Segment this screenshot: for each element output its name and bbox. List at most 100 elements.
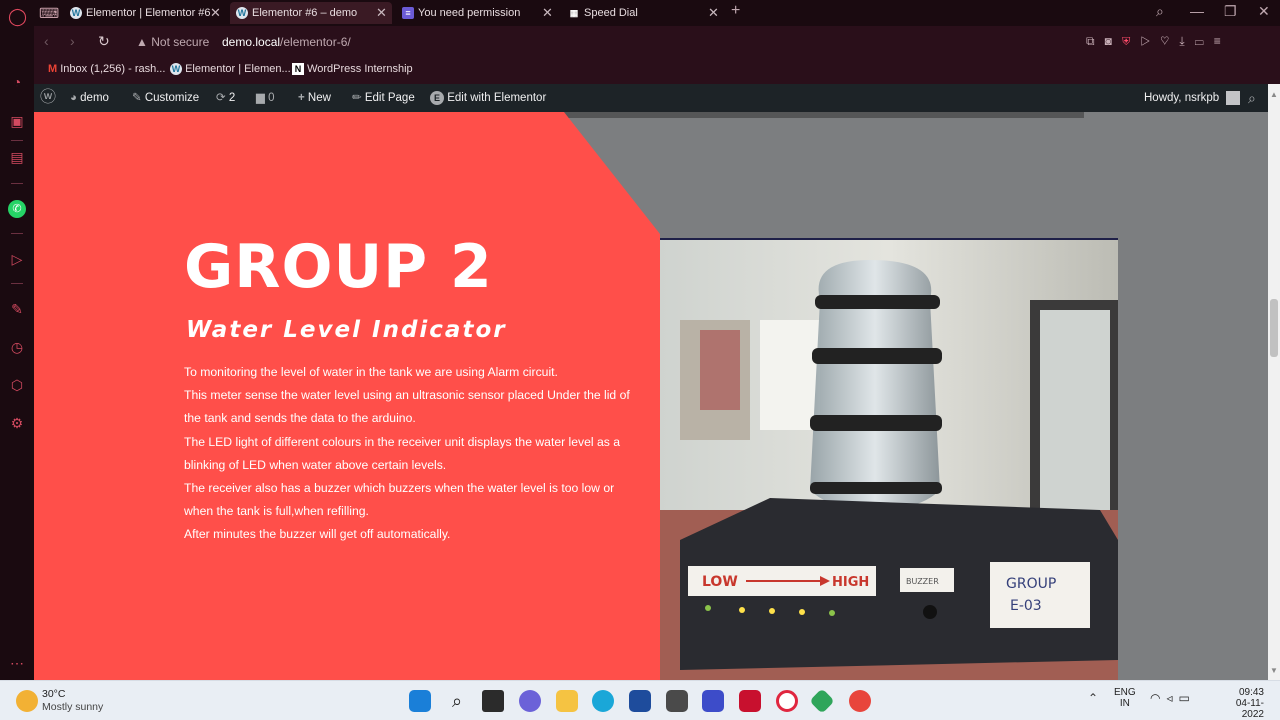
- twitch-icon[interactable]: ▤: [8, 148, 26, 166]
- wp-search-icon[interactable]: ⌕: [1248, 84, 1256, 112]
- photo-led: [705, 605, 711, 611]
- download-icon[interactable]: ⤓: [1179, 34, 1194, 48]
- scroll-down-icon[interactable]: ▼: [1270, 666, 1278, 675]
- mcafee-icon[interactable]: [739, 690, 761, 712]
- briefcase-icon[interactable]: ▣: [8, 112, 26, 130]
- weather-temp[interactable]: 30°C: [42, 688, 65, 700]
- back-button[interactable]: ‹: [44, 33, 49, 49]
- page-scrollbar[interactable]: ▲ ▼: [1268, 84, 1280, 680]
- send-icon[interactable]: ▷: [1140, 34, 1160, 48]
- forward-button[interactable]: ›: [70, 33, 75, 49]
- battery-icon[interactable]: ▭: [1195, 34, 1214, 48]
- bookmark-elementor[interactable]: W Elementor | Elemen...: [170, 63, 291, 75]
- wp-new[interactable]: + New: [298, 84, 331, 112]
- tab-speed-dial[interactable]: ▦ Speed Dial ✕: [562, 2, 724, 24]
- wp-updates[interactable]: ⟳ 2: [216, 84, 235, 112]
- sidebar-divider: [11, 183, 23, 184]
- camera-icon[interactable]: ◙: [1105, 34, 1122, 48]
- editor-icon[interactable]: [702, 690, 724, 712]
- edge-icon[interactable]: [592, 690, 614, 712]
- whatsapp-icon[interactable]: ✆: [8, 200, 26, 218]
- reload-button[interactable]: ↻: [98, 33, 110, 50]
- url-field[interactable]: demo.local/elementor-6/: [222, 35, 351, 49]
- hero-description: To monitoring the level of water in the …: [184, 361, 646, 547]
- sidebar-divider: [11, 233, 23, 234]
- opera-icon[interactable]: [776, 690, 798, 712]
- bookmark-wp-internship[interactable]: N WordPress Internship: [292, 63, 413, 75]
- wp-site-menu[interactable]: ◕ demo: [70, 84, 109, 112]
- notion-icon: N: [292, 63, 304, 75]
- scrollbar-thumb[interactable]: [1270, 299, 1278, 357]
- toolbar-icons[interactable]: ⧉◙⛨▷♡⤓▭≡: [1086, 34, 1231, 49]
- minimize-button[interactable]: —: [1190, 3, 1204, 19]
- photo-illustration: LOW HIGH BUZZER GROUP E-03: [660, 240, 1118, 680]
- wordpress-icon: W: [170, 63, 182, 75]
- opera-logo-icon[interactable]: ◯: [8, 8, 27, 26]
- wordpress-logo-icon[interactable]: ⓦ: [40, 84, 56, 112]
- start-icon[interactable]: [409, 690, 431, 712]
- scroll-up-icon[interactable]: ▲: [1270, 90, 1278, 99]
- page-content: GROUP 2 Water Level Indicator To monitor…: [34, 112, 1268, 680]
- photo-jar-band: [812, 348, 942, 364]
- tab-bar: ⌨ W Elementor | Elementor #6 ✕ W Elementor…: [34, 0, 1280, 26]
- search-tabs-icon[interactable]: ⌕: [1156, 3, 1164, 20]
- not-secure-indicator[interactable]: ▲ Not secure: [136, 35, 209, 49]
- wp-comments[interactable]: ▆ 0: [256, 84, 274, 112]
- elementor-icon: E: [430, 91, 444, 105]
- local-app-icon[interactable]: [809, 688, 835, 714]
- new-tab-button[interactable]: +: [731, 2, 740, 20]
- sidebar-divider: [11, 140, 23, 141]
- maximize-button[interactable]: ❐: [1224, 3, 1237, 20]
- chat-icon[interactable]: [519, 690, 541, 712]
- app-icon[interactable]: [666, 690, 688, 712]
- settings-icon[interactable]: ⚙: [8, 414, 26, 432]
- tab-elementor-demo[interactable]: W Elementor #6 – demo ✕: [230, 2, 392, 24]
- language-indicator[interactable]: ENG IN: [1114, 687, 1136, 709]
- easy-setup-icon[interactable]: ≡: [1214, 34, 1231, 48]
- wp-account-menu[interactable]: Howdy, nsrkpb: [1144, 84, 1241, 112]
- close-tab-icon[interactable]: ✕: [708, 2, 719, 24]
- warning-icon: ▲: [136, 35, 148, 49]
- wp-edit-page[interactable]: ✏ Edit Page: [352, 84, 415, 112]
- tab-permission[interactable]: ≡ You need permission ✕: [396, 2, 558, 24]
- close-tab-icon[interactable]: ✕: [210, 2, 221, 24]
- task-view-icon[interactable]: [482, 690, 504, 712]
- history-icon[interactable]: ◷: [8, 338, 26, 356]
- weather-desc[interactable]: Mostly sunny: [42, 701, 103, 713]
- weather-icon[interactable]: [16, 690, 38, 712]
- volume-icon[interactable]: ◃: [1166, 691, 1178, 705]
- snapshot-icon[interactable]: ⧉: [1086, 34, 1105, 48]
- vpn-shield-icon[interactable]: ⛨: [1122, 34, 1141, 48]
- wp-edit-elementor[interactable]: E Edit with Elementor: [430, 84, 546, 112]
- clock[interactable]: 09:43 04-11-2022: [1216, 687, 1264, 720]
- photo-jar-band: [810, 482, 942, 494]
- extensions-icon[interactable]: ⬡: [8, 376, 26, 394]
- tray-chevron-icon[interactable]: ⌃: [1088, 691, 1098, 705]
- hero-paragraph: To monitoring the level of water in the …: [184, 365, 558, 379]
- speed-dial-icon[interactable]: ◔: [8, 73, 26, 91]
- wp-customize[interactable]: ✎ Customize: [132, 84, 199, 112]
- player-icon[interactable]: ▷: [8, 250, 26, 268]
- page-subtitle: Water Level Indicator: [186, 317, 507, 343]
- tab-elementor-6[interactable]: W Elementor | Elementor #6 ✕: [64, 2, 226, 24]
- hero-paragraph: After minutes the buzzer will get off au…: [184, 527, 451, 542]
- heart-icon[interactable]: ♡: [1160, 34, 1179, 48]
- close-window-button[interactable]: ✕: [1258, 3, 1270, 20]
- more-icon[interactable]: ⋯: [8, 654, 26, 672]
- tray-icons[interactable]: ◠◃▭: [1150, 691, 1196, 705]
- file-explorer-icon[interactable]: [556, 690, 578, 712]
- form-icon: ≡: [402, 7, 414, 20]
- battery-icon[interactable]: ▭: [1179, 691, 1196, 705]
- close-tab-icon[interactable]: ✕: [542, 2, 553, 24]
- chrome-icon[interactable]: [849, 690, 871, 712]
- avatar: [1226, 90, 1241, 105]
- wifi-icon[interactable]: ◠: [1150, 691, 1166, 705]
- photo-low-label: LOW: [702, 574, 738, 590]
- hero-paragraph: This meter sense the water level using a…: [184, 388, 630, 426]
- search-icon[interactable]: ⌕: [446, 690, 468, 712]
- gaming-icon[interactable]: ⌨: [39, 4, 59, 22]
- close-tab-icon[interactable]: ✕: [376, 2, 387, 24]
- bookmark-gmail[interactable]: M Inbox (1,256) - rash...: [48, 63, 165, 75]
- store-icon[interactable]: [629, 690, 651, 712]
- pinboard-icon[interactable]: ✎: [8, 300, 26, 318]
